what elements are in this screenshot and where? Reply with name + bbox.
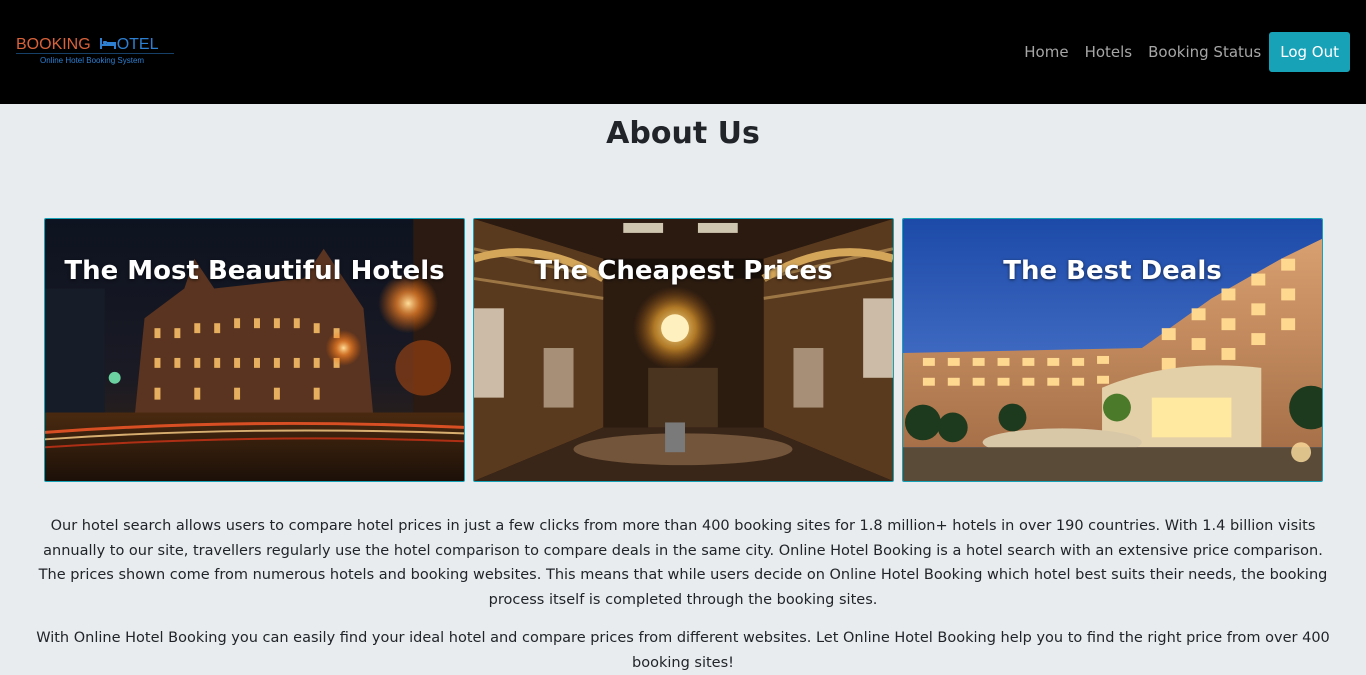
top-navbar: BOOKING OTEL Online Hotel Booking System… [0, 0, 1366, 104]
main-nav: Home Hotels Booking Status Log Out [1016, 32, 1350, 72]
about-paragraph-1: Our hotel search allows users to compare… [38, 518, 1328, 608]
nav-booking-status-link[interactable]: Booking Status [1140, 43, 1269, 61]
nav-hotels-link[interactable]: Hotels [1077, 43, 1141, 61]
logout-button[interactable]: Log Out [1269, 32, 1350, 72]
bed-icon [99, 36, 116, 54]
card-title: The Most Beautiful Hotels [64, 256, 445, 286]
brand-word-booking: BOOKING [16, 36, 91, 53]
feature-card-beautiful-hotels[interactable]: The Most Beautiful Hotels [44, 218, 465, 482]
brand-word-hotel: OTEL [116, 36, 159, 53]
brand-logo[interactable]: BOOKING OTEL Online Hotel Booking System [16, 36, 178, 68]
feature-card-cheapest-prices[interactable]: The Cheapest Prices [473, 218, 894, 482]
nav-home-link[interactable]: Home [1016, 43, 1076, 61]
card-title: The Best Deals [1003, 256, 1222, 286]
page-title: About Us [606, 116, 760, 151]
about-paragraph-2: With Online Hotel Booking you can easily… [36, 630, 1330, 671]
brand-tagline: Online Hotel Booking System [40, 56, 145, 65]
brand-divider [16, 53, 174, 54]
feature-card-best-deals[interactable]: The Best Deals [902, 218, 1323, 482]
card-title: The Cheapest Prices [534, 256, 833, 286]
